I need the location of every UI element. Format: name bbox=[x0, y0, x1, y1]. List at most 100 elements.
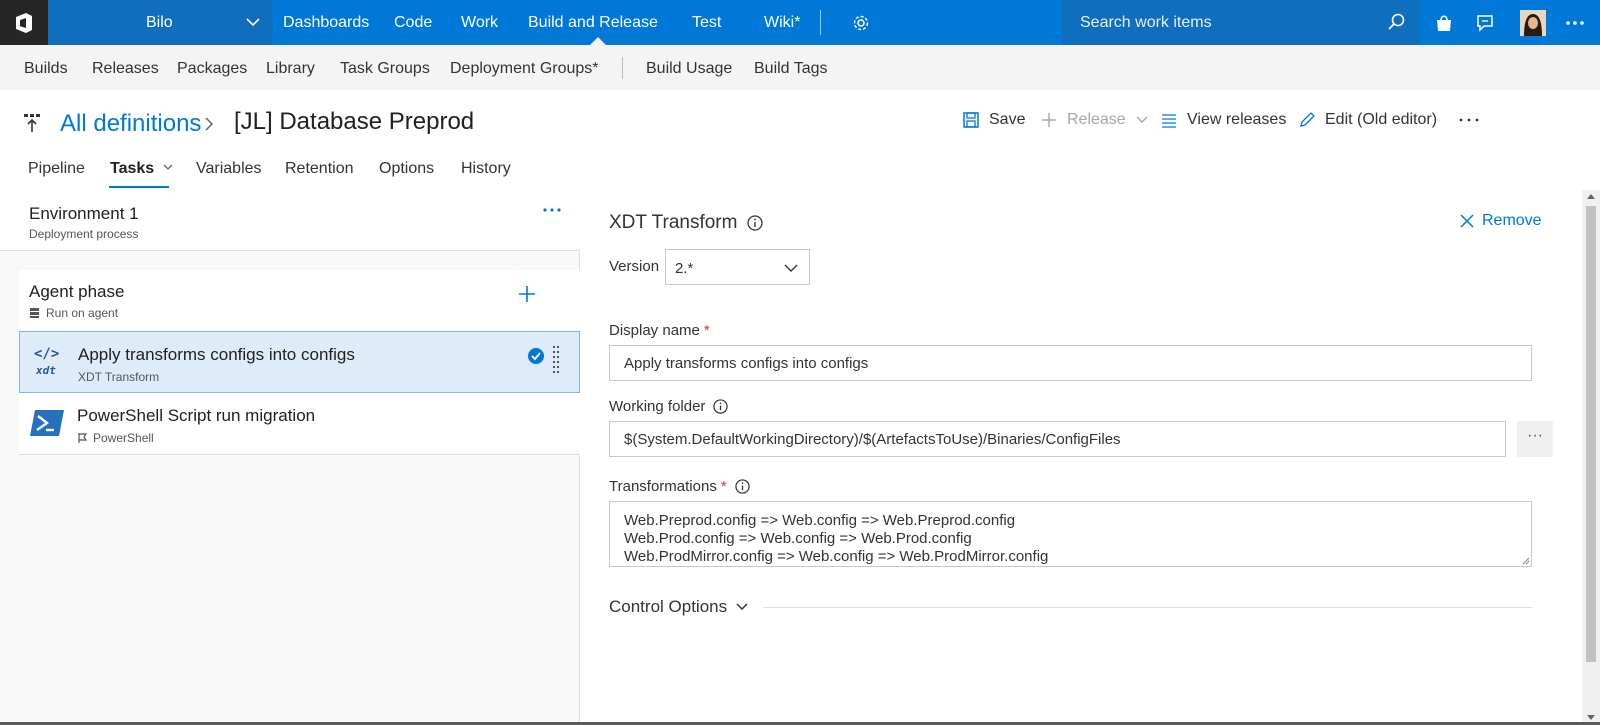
chevron-down-icon bbox=[784, 264, 798, 272]
more-icon bbox=[1459, 118, 1479, 122]
active-nav-indicator bbox=[590, 37, 606, 45]
shopping-bag-icon[interactable] bbox=[1433, 12, 1455, 34]
subnav-builds[interactable]: Builds bbox=[24, 60, 68, 78]
search-icon[interactable] bbox=[1386, 12, 1406, 32]
save-icon bbox=[963, 112, 979, 128]
subnav-separator bbox=[622, 57, 623, 79]
detail-title: XDT Transform bbox=[609, 212, 764, 234]
nav-separator bbox=[820, 10, 821, 35]
view-releases-label: View releases bbox=[1187, 111, 1287, 128]
add-task-icon[interactable] bbox=[517, 284, 537, 304]
working-folder-label-text: Working folder bbox=[609, 398, 706, 415]
agent-phase-card[interactable]: Agent phase Run on agent bbox=[19, 270, 580, 330]
pencil-icon bbox=[1300, 112, 1315, 127]
phase-subtitle-text: Run on agent bbox=[46, 306, 119, 320]
transformations-label: Transformations * bbox=[609, 478, 750, 495]
transformation-line: Web.ProdMirror.config => Web.config => W… bbox=[624, 548, 1049, 565]
plus-icon bbox=[1042, 113, 1056, 127]
task-item-powershell[interactable]: PowerShell Script run migration PowerShe… bbox=[19, 393, 580, 455]
required-marker: * bbox=[720, 478, 727, 495]
list-icon bbox=[1162, 114, 1176, 128]
release-button[interactable]: Release bbox=[1040, 111, 1149, 129]
tab-history[interactable]: History bbox=[461, 160, 511, 178]
scrollbar-thumb[interactable] bbox=[1586, 206, 1596, 662]
subnav-packages[interactable]: Packages bbox=[177, 60, 247, 78]
chevron-down-icon bbox=[736, 603, 748, 611]
search-work-items[interactable]: Search work items bbox=[1062, 0, 1420, 45]
task-item-xdt-transform[interactable]: </> xdt Apply transforms configs into co… bbox=[19, 331, 580, 393]
server-icon bbox=[30, 308, 39, 318]
azure-devops-logo-icon[interactable] bbox=[0, 0, 48, 45]
more-icon[interactable] bbox=[542, 200, 562, 220]
edit-old-editor-button[interactable]: Edit (Old editor) bbox=[1298, 111, 1437, 129]
scroll-up-icon[interactable] bbox=[1587, 194, 1595, 199]
working-folder-input[interactable]: $(System.DefaultWorkingDirectory)/$(Arte… bbox=[609, 421, 1506, 457]
subnav-releases[interactable]: Releases bbox=[92, 60, 159, 78]
scroll-down-icon[interactable] bbox=[1587, 715, 1595, 720]
version-label: Version bbox=[609, 258, 660, 275]
tab-pipeline[interactable]: Pipeline bbox=[28, 160, 85, 178]
subnav-task-groups[interactable]: Task Groups bbox=[340, 60, 430, 78]
nav-wiki[interactable]: Wiki* bbox=[764, 14, 800, 32]
edit-old-editor-label: Edit (Old editor) bbox=[1325, 111, 1438, 128]
task-type: XDT Transform bbox=[78, 370, 160, 384]
subnav-build-usage[interactable]: Build Usage bbox=[646, 60, 732, 78]
environment-title: Environment 1 bbox=[29, 204, 139, 223]
transformations-label-text: Transformations bbox=[609, 478, 717, 495]
feedback-icon[interactable] bbox=[1474, 12, 1496, 34]
resize-grip-icon[interactable] bbox=[1522, 557, 1530, 565]
chevron-down-icon bbox=[1136, 116, 1148, 123]
tab-variables[interactable]: Variables bbox=[196, 160, 262, 178]
sub-nav: Builds Releases Packages Library Task Gr… bbox=[0, 45, 1600, 90]
control-options-toggle[interactable]: Control Options bbox=[609, 597, 749, 617]
tab-tasks-label: Tasks bbox=[110, 160, 155, 177]
task-list-pane: Environment 1 Deployment process Agent p… bbox=[0, 190, 580, 725]
remove-task-button[interactable]: Remove bbox=[1460, 212, 1542, 230]
subnav-deployment-groups[interactable]: Deployment Groups* bbox=[450, 60, 599, 78]
browse-button[interactable]: ··· bbox=[1517, 421, 1553, 457]
environment-card[interactable]: Environment 1 Deployment process bbox=[0, 190, 580, 251]
info-icon[interactable] bbox=[747, 215, 764, 231]
transformations-textarea[interactable]: Web.Preprod.config => Web.config => Web.… bbox=[609, 501, 1532, 567]
tab-options[interactable]: Options bbox=[379, 160, 434, 178]
check-circle-icon bbox=[528, 348, 544, 364]
nav-work[interactable]: Work bbox=[461, 14, 498, 32]
project-name: Bilo bbox=[146, 14, 173, 31]
chevron-down-icon bbox=[246, 18, 260, 27]
view-releases-button[interactable]: View releases bbox=[1160, 111, 1286, 129]
nav-test[interactable]: Test bbox=[692, 14, 721, 32]
avatar[interactable] bbox=[1520, 10, 1546, 36]
search-placeholder: Search work items bbox=[1080, 14, 1212, 31]
breadcrumb-all-definitions[interactable]: All definitions bbox=[60, 110, 201, 138]
control-options-divider bbox=[763, 607, 1532, 608]
nav-dashboards[interactable]: Dashboards bbox=[283, 14, 369, 32]
nav-code[interactable]: Code bbox=[394, 14, 432, 32]
chevron-right-icon bbox=[205, 117, 214, 131]
detail-title-text: XDT Transform bbox=[609, 212, 738, 233]
gear-icon[interactable] bbox=[850, 12, 872, 34]
subnav-library[interactable]: Library bbox=[266, 60, 315, 78]
subnav-build-tags[interactable]: Build Tags bbox=[754, 60, 828, 78]
phase-subtitle: Run on agent bbox=[29, 306, 118, 320]
nav-build-and-release[interactable]: Build and Release bbox=[528, 14, 658, 32]
drag-handle-icon[interactable] bbox=[551, 344, 561, 378]
transformation-line: Web.Prod.config => Web.config => Web.Pro… bbox=[624, 530, 972, 547]
release-definition-icon bbox=[24, 114, 40, 132]
more-actions-button[interactable] bbox=[1458, 111, 1489, 129]
release-label: Release bbox=[1067, 111, 1126, 128]
more-icon[interactable] bbox=[1564, 12, 1586, 34]
info-icon[interactable] bbox=[734, 479, 750, 494]
close-icon bbox=[1460, 214, 1474, 228]
project-switcher[interactable]: Bilo bbox=[48, 0, 272, 45]
display-name-input[interactable]: Apply transforms configs into configs bbox=[609, 345, 1532, 381]
xdt-icon-code: </> bbox=[34, 346, 60, 362]
xdt-icon: </> xdt bbox=[32, 346, 66, 380]
remove-label: Remove bbox=[1482, 212, 1542, 229]
version-select[interactable]: 2.* bbox=[665, 249, 810, 285]
save-button[interactable]: Save bbox=[962, 111, 1025, 129]
task-detail-pane: XDT Transform Remove Version 2.* Display… bbox=[580, 190, 1582, 725]
tab-tasks[interactable]: Tasks bbox=[110, 160, 174, 178]
info-icon[interactable] bbox=[713, 399, 729, 414]
tab-retention[interactable]: Retention bbox=[285, 160, 354, 178]
detail-scrollbar[interactable] bbox=[1582, 190, 1600, 725]
